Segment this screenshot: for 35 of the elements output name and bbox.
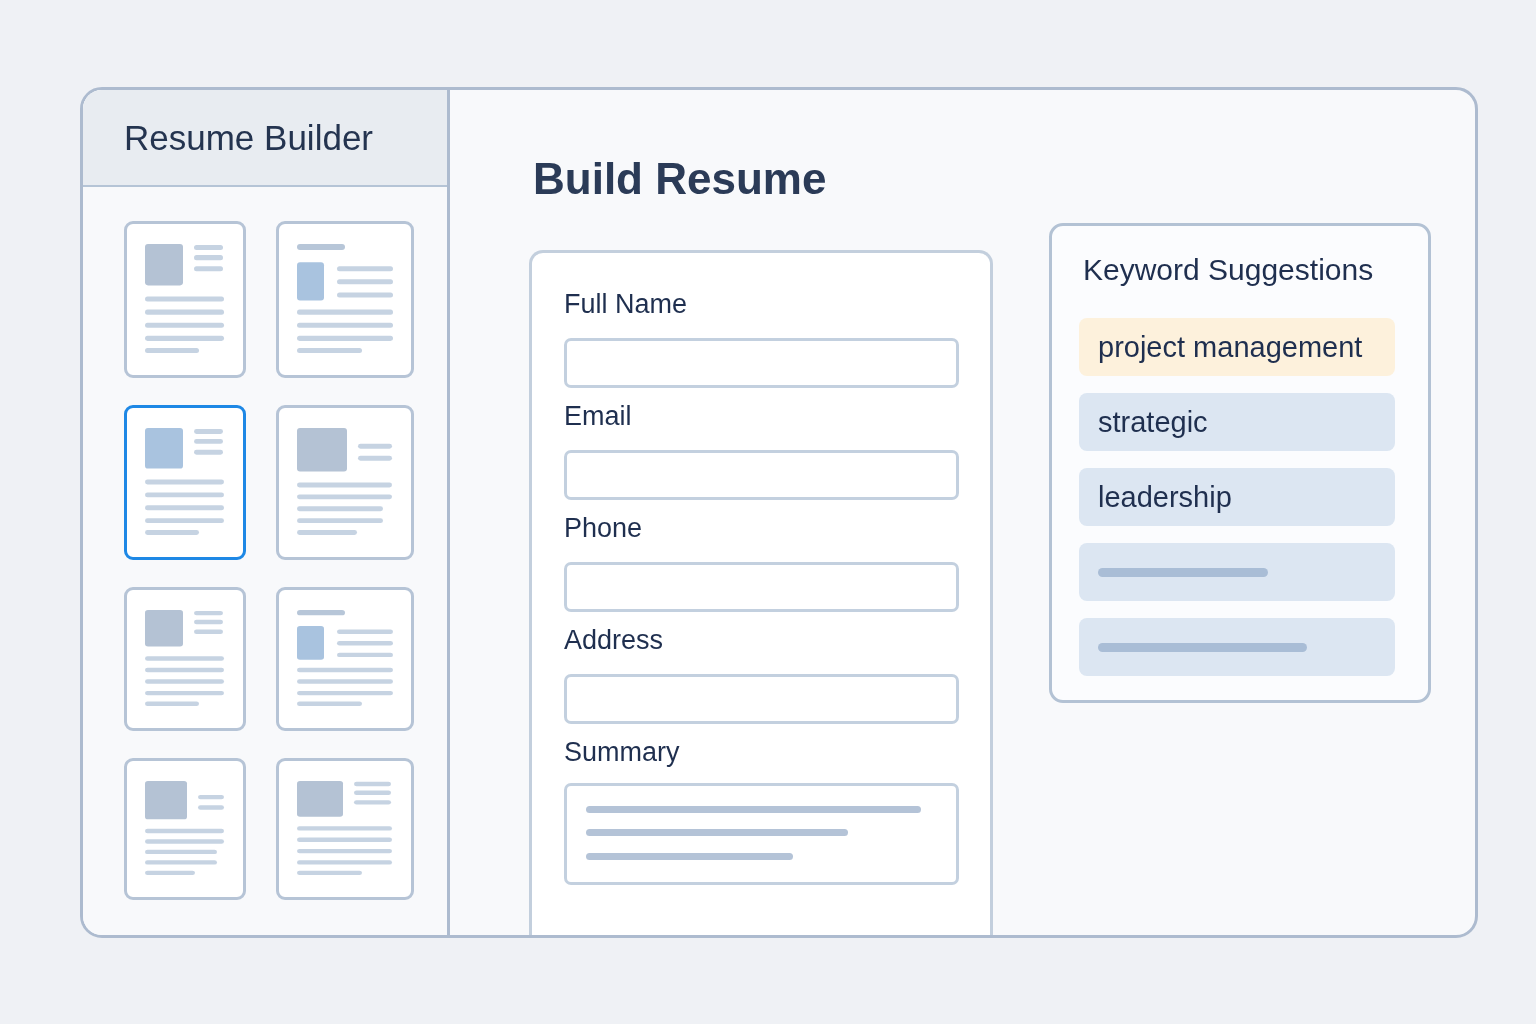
keyword-chip[interactable]: project management	[1079, 318, 1395, 376]
page-title: Build Resume	[532, 153, 828, 205]
resume-layout-icon	[297, 428, 393, 535]
template-card[interactable]	[124, 221, 246, 378]
keyword-chip[interactable]: leadership	[1079, 468, 1395, 526]
resume-layout-icon	[297, 244, 393, 353]
template-card[interactable]	[276, 221, 414, 378]
template-card[interactable]	[124, 758, 246, 900]
resume-layout-icon	[297, 781, 393, 875]
template-card[interactable]	[124, 405, 246, 560]
field-label: Summary	[564, 737, 681, 767]
resume-layout-icon	[145, 244, 225, 353]
panel-title: Keyword Suggestions	[1082, 252, 1375, 288]
keyword-chip[interactable]	[1079, 543, 1395, 601]
template-card[interactable]	[276, 587, 414, 731]
keyword-chip[interactable]	[1079, 618, 1395, 676]
text-area-field[interactable]	[564, 783, 959, 885]
input-field[interactable]	[564, 562, 959, 612]
keyword-chip[interactable]: strategic	[1079, 393, 1395, 451]
field-label: Email	[564, 401, 633, 431]
template-card[interactable]	[124, 587, 246, 731]
input-field[interactable]	[564, 450, 959, 500]
resume-layout-icon	[145, 781, 225, 875]
template-card[interactable]	[276, 405, 414, 560]
template-card[interactable]	[276, 758, 414, 900]
resume-layout-icon	[297, 610, 393, 706]
field-label: Address	[564, 625, 665, 655]
field-label: Full Name	[564, 289, 689, 319]
app-title: Resume Builder	[124, 117, 373, 158]
resume-layout-icon	[145, 610, 225, 706]
text-lines-icon	[586, 806, 921, 860]
input-field[interactable]	[564, 338, 959, 388]
field-label: Phone	[564, 513, 644, 543]
input-field[interactable]	[564, 674, 959, 724]
resume-layout-icon	[145, 428, 225, 535]
